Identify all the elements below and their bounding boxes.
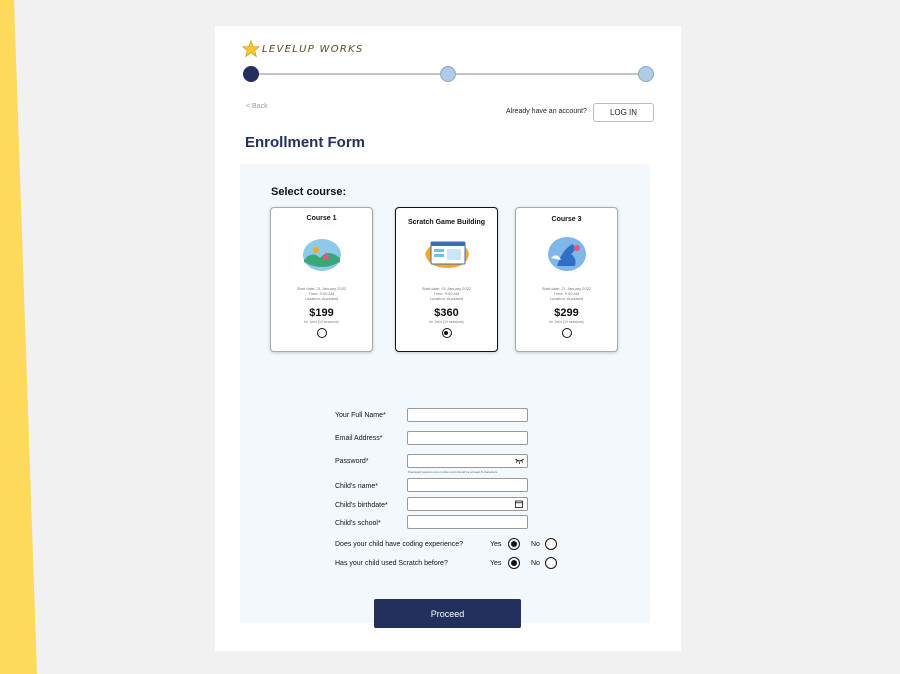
back-link[interactable]: < Back (246, 103, 268, 110)
brand-name: LEVELUP WORKS (262, 43, 364, 55)
course-price: $299 (554, 307, 579, 319)
course-name: Course 3 (551, 216, 582, 223)
scratch-no-label: No (531, 560, 540, 567)
full-name-input[interactable] (407, 408, 528, 422)
password-hint: Password requires one number and should … (408, 470, 498, 474)
course-card-3[interactable]: Course 3 Start date: 21 January 2022 Tim… (515, 207, 618, 352)
course-note: for 1min (10 sessions) (304, 320, 339, 324)
course-2-illustration (424, 241, 469, 268)
course-name: Course 1 (306, 215, 337, 222)
proceed-button[interactable]: Proceed (374, 599, 521, 628)
have-account-text: Already have an account? (506, 108, 587, 115)
coding-question: Does your child have coding experience? (335, 541, 464, 548)
page-title: Enrollment Form (245, 134, 366, 151)
course-3-illustration (547, 237, 586, 271)
star-icon (242, 40, 260, 58)
coding-no-radio[interactable] (545, 538, 557, 550)
select-course-label: Select course: (271, 186, 347, 198)
child-birthdate-label: Child's birthdate* (335, 502, 388, 509)
enrollment-form-panel: Select course: Course 1 Start date: 21 J… (240, 164, 650, 628)
course-card-2[interactable]: Scratch Game Building Start date: 01 Jan… (395, 207, 498, 352)
course-name: Scratch Game Building (407, 219, 486, 226)
coding-no-label: No (531, 541, 540, 548)
course-note: for 1min (10 sessions) (549, 320, 584, 324)
full-name-label: Your Full Name* (335, 412, 386, 419)
course-radio-1[interactable] (316, 328, 327, 338)
course-location: Location: Auckland (429, 296, 464, 301)
course-note: for 1min (10 sessions) (429, 320, 464, 324)
eye-closed-icon[interactable] (515, 458, 524, 464)
scratch-question: Has your child used Scratch before? (335, 560, 448, 567)
course-price: $360 (434, 307, 459, 319)
child-name-input[interactable] (407, 478, 528, 492)
progress-step-2 (440, 66, 456, 82)
progress-step-3 (638, 66, 654, 82)
password-label: Password* (335, 458, 369, 465)
child-birthdate-input[interactable] (407, 497, 528, 511)
calendar-icon[interactable] (515, 500, 523, 508)
email-input[interactable] (407, 431, 528, 445)
login-button[interactable]: LOG IN (593, 103, 654, 122)
coding-yes-label: Yes (490, 541, 502, 548)
brand-logo[interactable]: LEVELUP WORKS (242, 40, 364, 58)
coding-yes-radio[interactable] (508, 538, 520, 550)
scratch-yes-radio[interactable] (508, 557, 520, 569)
password-input[interactable] (407, 454, 528, 468)
scratch-yes-label: Yes (490, 560, 502, 567)
course-radio-2[interactable] (441, 328, 452, 338)
child-name-label: Child's name* (335, 483, 378, 490)
course-location: Location: Auckland (549, 296, 584, 301)
child-school-input[interactable] (407, 515, 528, 529)
course-location: Location: Auckland (304, 296, 339, 301)
course-1-illustration (302, 239, 341, 271)
scratch-no-radio[interactable] (545, 557, 557, 569)
enrollment-page: LEVELUP WORKS < Back Already have an acc… (215, 26, 681, 651)
course-radio-3[interactable] (561, 328, 572, 338)
progress-step-1 (243, 66, 259, 82)
child-school-label: Child's school* (335, 520, 381, 527)
email-label: Email Address* (335, 435, 383, 442)
course-card-1[interactable]: Course 1 Start date: 21 January 2022 Tim… (270, 207, 373, 352)
course-price: $199 (309, 307, 334, 319)
